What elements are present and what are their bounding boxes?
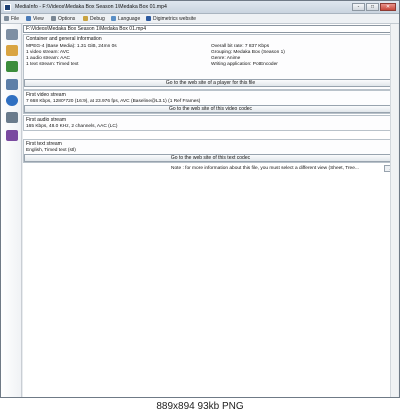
file-selector[interactable]: F:\Videos\Medaka Box Season 1\Medaka Box… <box>23 25 398 33</box>
audio-line: 165 Kbps, 48.0 KHz, 2 channels, AAC (LC) <box>26 124 118 129</box>
menu-debug[interactable]: Debug <box>83 16 105 23</box>
export-icon[interactable] <box>6 61 18 72</box>
menu-website-label: Digimetrics website <box>153 16 197 22</box>
minimize-button[interactable]: - <box>352 3 365 11</box>
text-section: First text stream English, Timed text (s… <box>23 139 398 163</box>
preferences-icon[interactable] <box>6 112 18 123</box>
video-codec-website-button[interactable]: Go to the web site of this video codec <box>24 105 397 113</box>
app-icon <box>4 4 11 11</box>
vertical-scrollbar[interactable] <box>390 24 398 397</box>
general-left-line: 1 text stream: Timed text <box>26 62 79 67</box>
video-section: First video stream 7 668 Kbps, 1280*720 … <box>23 90 398 114</box>
info-icon[interactable] <box>6 95 18 106</box>
menu-view[interactable]: View <box>26 16 44 23</box>
general-right-line: Genre: Anime <box>211 56 241 61</box>
menu-bar: File View Options Debug Language Digimet… <box>1 14 399 24</box>
website-icon <box>146 16 151 21</box>
menu-view-label: View <box>33 16 44 22</box>
mediainfo-window: MediaInfo - F:\Videos\Medaka Box Season … <box>0 0 400 398</box>
window-title: MediaInfo - F:\Videos\Medaka Box Season … <box>15 4 167 10</box>
menu-debug-label: Debug <box>90 16 105 22</box>
main-content: F:\Videos\Medaka Box Season 1\Medaka Box… <box>23 24 398 397</box>
file-icon <box>4 16 9 21</box>
text-codec-website-button[interactable]: Go to the web site of this text codec <box>24 154 397 162</box>
debug-icon <box>83 16 88 21</box>
image-caption-bar: 889x894 93kb PNG <box>0 398 400 417</box>
menu-options-label: Options <box>58 16 76 22</box>
sidebar <box>1 24 22 397</box>
general-left-line: 1 video stream: AVC <box>26 50 70 55</box>
image-caption: 889x894 93kb PNG <box>156 401 244 412</box>
text-title: First text stream <box>26 141 62 147</box>
open-file-icon[interactable] <box>6 29 18 40</box>
language-icon <box>111 16 116 21</box>
menu-options[interactable]: Options <box>51 16 75 23</box>
general-right-line: Writing application: PotEncoder <box>211 62 278 67</box>
general-right-line: Grouping: Medaka Box (Season 1) <box>211 50 285 55</box>
general-left-line: 1 audio stream: AAC <box>26 56 70 61</box>
audio-title: First audio stream <box>26 117 67 123</box>
text-line: English, Timed text (stl) <box>26 148 76 153</box>
menu-website[interactable]: Digimetrics website <box>146 16 196 23</box>
general-section: Container and general information MPEG-4… <box>23 34 398 90</box>
view-icon <box>26 16 31 21</box>
options-icon <box>51 16 56 21</box>
video-title: First video stream <box>26 92 66 98</box>
open-folder-icon[interactable] <box>6 45 18 56</box>
close-button[interactable]: ✕ <box>380 3 396 11</box>
audio-section: First audio stream 165 Kbps, 48.0 KHz, 2… <box>23 115 398 131</box>
maximize-button[interactable]: □ <box>366 3 379 11</box>
video-line: 7 668 Kbps, 1280*720 (16:9), at 23.976 f… <box>26 99 201 104</box>
view-note: Note : for more information about this f… <box>171 166 359 171</box>
file-path: F:\Videos\Medaka Box Season 1\Medaka Box… <box>26 26 146 32</box>
menu-file-label: File <box>11 16 20 22</box>
general-left-line: MPEG-4 (Base Media): 1.31 GiB, 24mn 0s <box>26 44 117 49</box>
menu-file[interactable]: File <box>4 16 19 23</box>
player-website-button[interactable]: Go to the web site of a player for this … <box>24 79 397 87</box>
menu-language[interactable]: Language <box>111 16 140 23</box>
sheet-icon[interactable] <box>6 79 18 90</box>
general-title: Container and general information <box>26 36 102 42</box>
title-bar[interactable]: MediaInfo - F:\Videos\Medaka Box Season … <box>1 1 399 14</box>
about-icon[interactable] <box>6 130 18 141</box>
general-right-line: Overall bit rate: 7 837 Kbps <box>211 44 270 49</box>
menu-language-label: Language <box>118 16 141 22</box>
